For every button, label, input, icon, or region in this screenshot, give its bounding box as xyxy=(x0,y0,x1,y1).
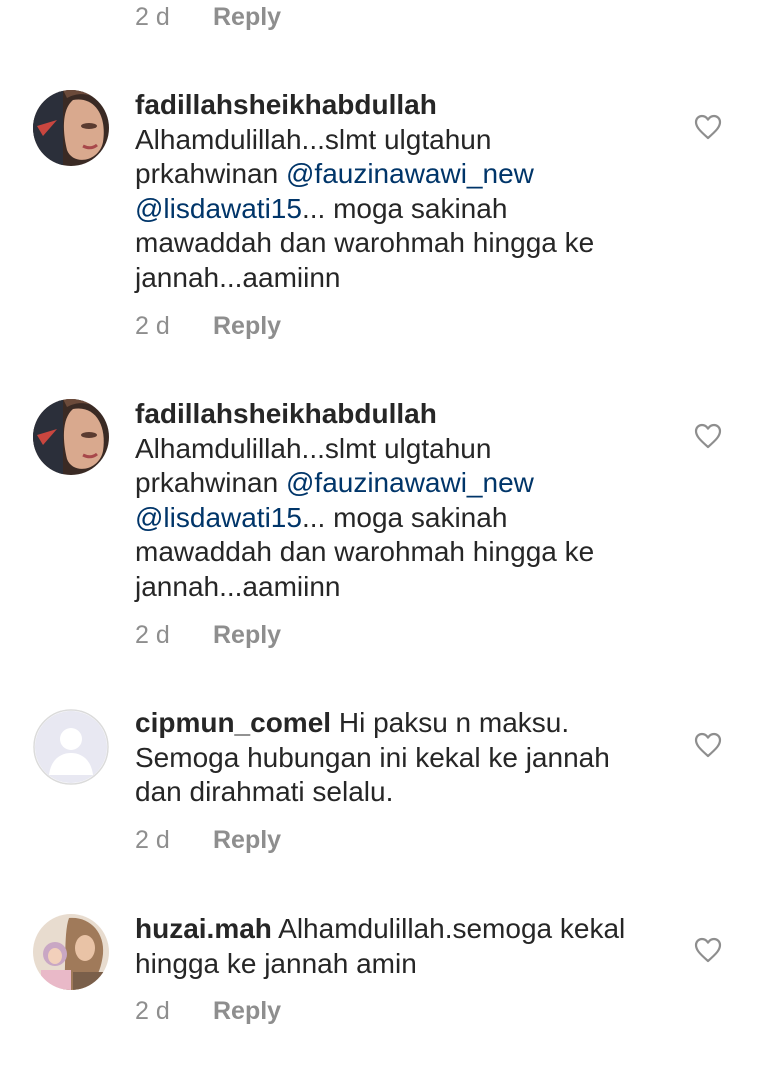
comment-text-line: Semoga hubungan ini kekal ke jannah xyxy=(135,741,610,773)
comment-text: ... moga sakinah xyxy=(301,501,508,533)
reply-button[interactable]: Reply xyxy=(213,312,281,340)
heart-icon[interactable] xyxy=(694,114,722,140)
comment-meta: 2 d Reply xyxy=(135,620,281,650)
comment-body: huzai.mah Alhamdulillah.semoga kekal hin… xyxy=(135,912,675,981)
comment-text-line: jannah...aamiinn xyxy=(135,261,341,293)
comment-text-line: jannah...aamiinn xyxy=(135,570,341,602)
profile-photo xyxy=(33,399,109,475)
avatar[interactable] xyxy=(33,914,109,990)
comment-text-line: dan dirahmati selalu. xyxy=(135,776,394,807)
comment-username[interactable]: huzai.mah xyxy=(135,913,272,944)
comment-text: ... moga sakinah xyxy=(301,192,508,224)
reply-button[interactable]: Reply xyxy=(213,621,281,649)
comment-text-line: hingga ke jannah amin xyxy=(135,947,417,979)
comment-text-line: prkahwinan @fauzinawawi_new xyxy=(135,466,675,501)
comment-username[interactable]: fadillahsheikhabdullah xyxy=(135,398,437,429)
comment-timestamp: 2 d xyxy=(135,997,170,1025)
default-user-avatar-icon[interactable] xyxy=(33,709,109,785)
comment-timestamp: 2 d xyxy=(135,3,170,31)
heart-icon[interactable] xyxy=(694,937,722,963)
comment-text: prkahwinan xyxy=(135,467,286,498)
comment-text: Alhamdulillah.semoga kekal xyxy=(278,913,626,944)
comment-meta: 2 d Reply xyxy=(135,2,281,32)
reply-button[interactable]: Reply xyxy=(213,826,281,854)
comment-text-line: @lisdawati15... moga sakinah xyxy=(135,192,675,227)
comment-text-line: prkahwinan @fauzinawawi_new xyxy=(135,157,675,192)
profile-photo xyxy=(33,90,109,166)
comments-screen: 2 d Reply fadillahsheikhabdullah Alhamdul… xyxy=(0,0,757,1080)
comment-timestamp: 2 d xyxy=(135,621,170,649)
comment-text-line: @lisdawati15... moga sakinah xyxy=(135,501,675,536)
comment-meta: 2 d Reply xyxy=(135,996,281,1026)
comment-text: prkahwinan xyxy=(135,158,286,189)
comment-body: fadillahsheikhabdullah Alhamdulillah...s… xyxy=(135,397,675,604)
heart-icon[interactable] xyxy=(694,423,722,449)
mention-link[interactable]: @fauzinawawi_new xyxy=(286,158,534,189)
comment-timestamp: 2 d xyxy=(135,312,170,340)
avatar[interactable] xyxy=(33,399,109,475)
comment-text-line: mawaddah dan warohmah hingga ke xyxy=(135,227,595,258)
comment-body: cipmun_comel Hi paksu n maksu. Semoga hu… xyxy=(135,706,675,810)
heart-icon[interactable] xyxy=(694,732,722,758)
comment-username[interactable]: cipmun_comel xyxy=(135,707,331,738)
mention-link[interactable]: @lisdawati15 xyxy=(135,502,302,533)
comment-body: fadillahsheikhabdullah Alhamdulillah...s… xyxy=(135,88,675,295)
comment-text: Hi paksu n maksu. xyxy=(338,707,570,738)
reply-button[interactable]: Reply xyxy=(213,3,281,31)
comment-username[interactable]: fadillahsheikhabdullah xyxy=(135,89,437,120)
profile-photo xyxy=(33,914,109,990)
comment-text-line: Alhamdulillah...slmt ulgtahun xyxy=(135,432,492,464)
mention-link[interactable]: @fauzinawawi_new xyxy=(286,467,534,498)
reply-button[interactable]: Reply xyxy=(213,997,281,1025)
avatar[interactable] xyxy=(33,90,109,166)
comment-text-line: mawaddah dan warohmah hingga ke xyxy=(135,536,595,567)
comment-meta: 2 d Reply xyxy=(135,311,281,341)
comment-text-line: Alhamdulillah...slmt ulgtahun xyxy=(135,123,492,155)
comment-meta: 2 d Reply xyxy=(135,825,281,855)
comment-timestamp: 2 d xyxy=(135,826,170,854)
mention-link[interactable]: @lisdawati15 xyxy=(135,193,302,224)
